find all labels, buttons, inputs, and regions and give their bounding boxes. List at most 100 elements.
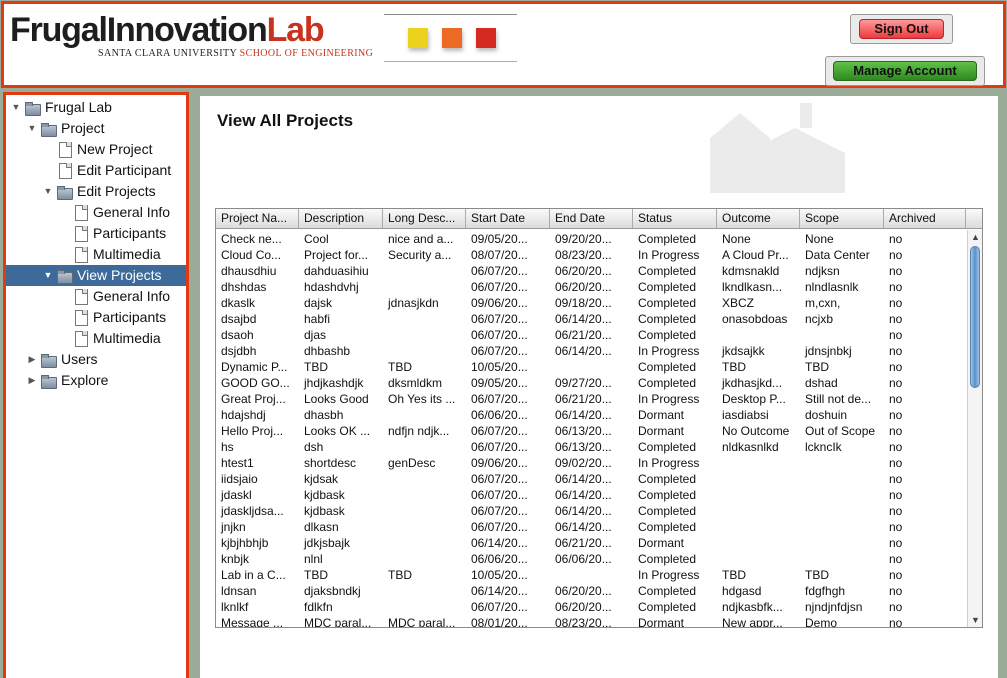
cell-scope: m,cxn, bbox=[805, 296, 841, 310]
table-vertical-scrollbar[interactable]: ▲ ▼ bbox=[967, 230, 982, 627]
expand-triangle-icon[interactable]: ▼ bbox=[42, 181, 54, 202]
tree-item-new-project[interactable]: New Project bbox=[6, 139, 186, 160]
table-row[interactable]: jdaskljdsa... kjdbask 06/07/20... 06/14/20.… bbox=[216, 503, 966, 519]
manage-account-button[interactable]: Manage Account bbox=[833, 61, 977, 81]
tree-item-edit-participant[interactable]: Edit Participant bbox=[6, 160, 186, 181]
navigation-tree: ▼ Frugal Lab ▼ Project New Project Edit Parti… bbox=[6, 97, 186, 391]
tree-item-view-projects[interactable]: ▼ View Projects bbox=[6, 265, 186, 286]
cell-outcome bbox=[717, 503, 800, 519]
sign-out-button[interactable]: Sign Out bbox=[859, 19, 944, 39]
column-header-archived[interactable]: Archived bbox=[884, 209, 966, 228]
folder-icon bbox=[24, 100, 41, 116]
cell-start-date: 10/05/20... bbox=[471, 568, 528, 582]
column-header-status[interactable]: Status bbox=[633, 209, 717, 228]
cell-project-name: jdaskl bbox=[221, 488, 252, 502]
collapse-triangle-icon[interactable]: ▶ bbox=[26, 370, 38, 391]
tree-item-multimedia[interactable]: Multimedia bbox=[6, 244, 186, 265]
table-row[interactable]: dsjdbh dhbashb 06/07/20... 06/14/20... In Pr… bbox=[216, 343, 966, 359]
column-header-start-date[interactable]: Start Date bbox=[466, 209, 550, 228]
table-row[interactable]: lknlkf fdlkfn 06/07/20... 06/20/20... Comple… bbox=[216, 599, 966, 615]
cell-archived: no bbox=[889, 232, 903, 246]
table-row[interactable]: dkaslk dajsk jdnasjkdn 09/06/20... 09/18/20.… bbox=[216, 295, 966, 311]
column-header-scope[interactable]: Scope bbox=[800, 209, 884, 228]
scrollbar-thumb[interactable] bbox=[970, 246, 980, 388]
table-row[interactable]: hs dsh 06/07/20... 06/13/20... Completed nldk… bbox=[216, 439, 966, 455]
cell-scope bbox=[800, 535, 884, 551]
expand-triangle-icon[interactable]: ▼ bbox=[10, 97, 22, 118]
column-header-project-name[interactable]: Project Na... bbox=[216, 209, 299, 228]
cell-scope: TBD bbox=[805, 360, 829, 374]
cell-end-date: 09/27/20... bbox=[555, 376, 612, 390]
column-header-outcome[interactable]: Outcome bbox=[717, 209, 800, 228]
cell-scope: Still not de... bbox=[805, 392, 872, 406]
tree-item-label: General Info bbox=[93, 288, 171, 304]
table-row[interactable]: htest1 shortdesc genDesc 09/06/20... 09/02/2… bbox=[216, 455, 966, 471]
column-header-end-date[interactable]: End Date bbox=[550, 209, 633, 228]
table-row[interactable]: Lab in a C... TBD TBD 10/05/20... In Progres… bbox=[216, 567, 966, 583]
folder-icon bbox=[40, 373, 57, 389]
table-row[interactable]: dhshdas hdashdvhj 06/07/20... 06/20/20... Co… bbox=[216, 279, 966, 295]
cell-status: Completed bbox=[638, 440, 697, 454]
cell-archived: no bbox=[889, 248, 903, 262]
cell-long-description bbox=[383, 535, 466, 551]
table-row[interactable]: dhausdhiu dahduasihiu 06/07/20... 06/20/20.… bbox=[216, 263, 966, 279]
projects-table: Project Na... Description Long Desc... Star… bbox=[215, 208, 983, 628]
table-row[interactable]: GOOD GO... jhdjkashdjk dksmldkm 09/05/20...… bbox=[216, 375, 966, 391]
cell-description: dhbashb bbox=[304, 344, 351, 358]
table-row[interactable]: ldnsan djaksbndkj 06/14/20... 06/20/20... Co… bbox=[216, 583, 966, 599]
scroll-down-arrow-icon[interactable]: ▼ bbox=[971, 615, 980, 625]
column-header-long-description[interactable]: Long Desc... bbox=[383, 209, 466, 228]
scroll-up-arrow-icon[interactable]: ▲ bbox=[971, 232, 980, 242]
tree-item-multimedia[interactable]: Multimedia bbox=[6, 328, 186, 349]
collapse-triangle-icon[interactable]: ▶ bbox=[26, 349, 38, 370]
cell-scope: doshuin bbox=[805, 408, 848, 422]
table-row[interactable]: Cloud Co... Project for... Security a... 08… bbox=[216, 247, 966, 263]
document-icon bbox=[72, 289, 88, 305]
table-row[interactable]: Hello Proj... Looks OK ... ndfjn ndjk... 06… bbox=[216, 423, 966, 439]
tree-item-users[interactable]: ▶ Users bbox=[6, 349, 186, 370]
document-icon bbox=[72, 226, 88, 242]
cell-description: hdashdvhj bbox=[304, 280, 359, 294]
table-row[interactable]: jdaskl kjdbask 06/07/20... 06/14/20... Compl… bbox=[216, 487, 966, 503]
cell-scope: fdgfhgh bbox=[805, 584, 846, 598]
cell-start-date: 06/07/20... bbox=[471, 328, 528, 342]
tree-item-edit-projects[interactable]: ▼ Edit Projects bbox=[6, 181, 186, 202]
table-row[interactable]: Message ... MDC paral... MDC paral... 08/01… bbox=[216, 615, 966, 627]
document-icon bbox=[72, 331, 88, 347]
table-row[interactable]: knbjk nlnl 06/06/20... 06/06/20... Completed… bbox=[216, 551, 966, 567]
document-icon bbox=[72, 247, 88, 263]
cell-scope: njndjnfdjsn bbox=[805, 600, 863, 614]
cell-description: habfi bbox=[304, 312, 331, 326]
cell-archived: no bbox=[889, 280, 903, 294]
tree-item-general-info[interactable]: General Info bbox=[6, 202, 186, 223]
cell-project-name: jdaskljdsa... bbox=[221, 504, 284, 518]
table-row[interactable]: dsaoh djas 06/07/20... 06/21/20... Completed… bbox=[216, 327, 966, 343]
table-row[interactable]: hdajshdj dhasbh 06/06/20... 06/14/20... Dorm… bbox=[216, 407, 966, 423]
cell-long-description bbox=[383, 343, 466, 359]
table-row[interactable]: Great Proj... Looks Good Oh Yes its ... 06/… bbox=[216, 391, 966, 407]
expand-triangle-icon[interactable]: ▼ bbox=[42, 265, 54, 286]
cell-start-date: 06/07/20... bbox=[471, 344, 528, 358]
table-row[interactable]: dsajbd habfi 06/07/20... 06/14/20... Complet… bbox=[216, 311, 966, 327]
expand-triangle-icon[interactable]: ▼ bbox=[26, 118, 38, 139]
cell-status: Completed bbox=[638, 472, 697, 486]
cell-scope: dshad bbox=[805, 376, 838, 390]
tree-item-participants[interactable]: Participants bbox=[6, 223, 186, 244]
tree-item-explore[interactable]: ▶ Explore bbox=[6, 370, 186, 391]
table-row[interactable]: Check ne... Cool nice and a... 09/05/20... 0… bbox=[216, 231, 966, 247]
cell-long-description: nice and a... bbox=[388, 232, 454, 246]
table-row[interactable]: kjbjhbhjb jdkjsbajk 06/14/20... 06/21/20...… bbox=[216, 535, 966, 551]
table-row[interactable]: jnjkn dlkasn 06/07/20... 06/14/20... Complet… bbox=[216, 519, 966, 535]
tree-item-general-info[interactable]: General Info bbox=[6, 286, 186, 307]
cell-outcome: hdgasd bbox=[722, 584, 762, 598]
cell-description: dahduasihiu bbox=[304, 264, 369, 278]
tree-item-frugal-lab[interactable]: ▼ Frugal Lab bbox=[6, 97, 186, 118]
tree-item-participants[interactable]: Participants bbox=[6, 307, 186, 328]
cell-project-name: Cloud Co... bbox=[221, 248, 282, 262]
table-row[interactable]: Dynamic P... TBD TBD 10/05/20... Completed TB… bbox=[216, 359, 966, 375]
cell-description: Project for... bbox=[304, 248, 369, 262]
tree-item-project[interactable]: ▼ Project bbox=[6, 118, 186, 139]
column-header-description[interactable]: Description bbox=[299, 209, 383, 228]
cell-project-name: Check ne... bbox=[221, 232, 282, 246]
table-row[interactable]: iidsjaio kjdsak 06/07/20... 06/14/20... Comp… bbox=[216, 471, 966, 487]
